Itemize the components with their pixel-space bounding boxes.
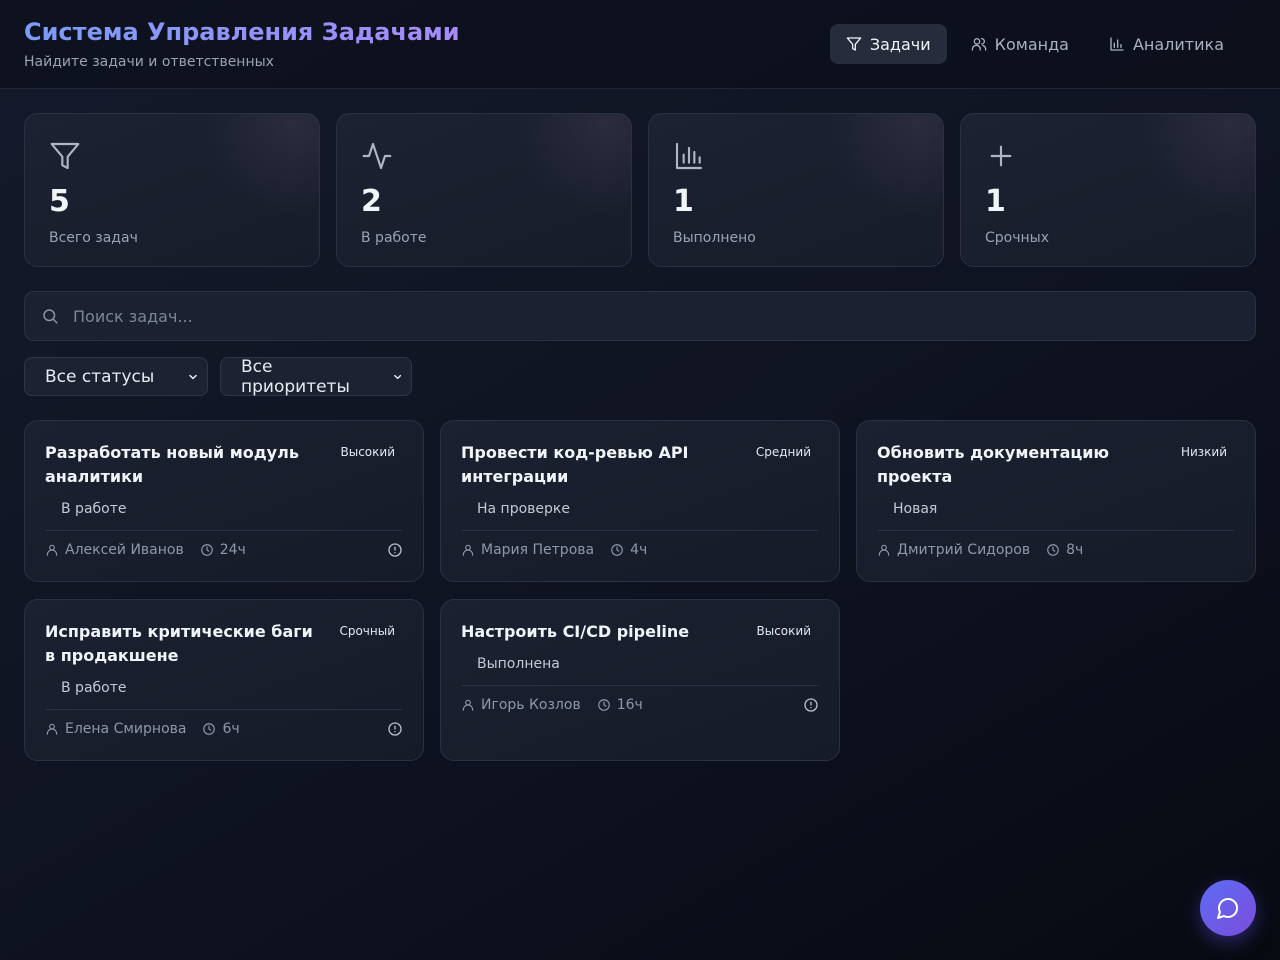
priority-badge: Высокий bbox=[340, 445, 396, 459]
task-assignee: Мария Петрова bbox=[481, 542, 595, 558]
app-header: Система Управления Задачами Найдите зада… bbox=[0, 0, 1280, 89]
stat-value: 1 bbox=[985, 184, 1006, 219]
clock-icon bbox=[200, 544, 213, 556]
filter-icon bbox=[846, 37, 862, 51]
user-icon bbox=[46, 723, 58, 735]
filter-icon bbox=[50, 142, 80, 170]
stat-value: 2 bbox=[361, 184, 382, 219]
app-subtitle: Найдите задачи и ответственных bbox=[24, 54, 274, 70]
chevron-down-icon bbox=[189, 374, 197, 379]
task-title: Настроить CI/CD pipeline bbox=[461, 622, 690, 641]
task-card[interactable]: Исправить критические баги в продакшене … bbox=[24, 599, 424, 761]
stat-card-done: 1 Выполнено bbox=[648, 113, 944, 267]
task-card[interactable]: Настроить CI/CD pipeline Высокий Выполне… bbox=[440, 599, 840, 761]
user-icon bbox=[462, 544, 474, 556]
status-filter-value: Все статусы bbox=[45, 366, 155, 387]
search-icon bbox=[43, 309, 58, 324]
task-hours: 8ч bbox=[1066, 542, 1084, 558]
priority-badge: Срочный bbox=[339, 624, 395, 638]
nav-tasks-label: Задачи bbox=[869, 34, 931, 54]
user-icon bbox=[878, 544, 890, 556]
task-hours: 24ч bbox=[219, 542, 246, 558]
alert-circle-icon[interactable] bbox=[387, 721, 403, 737]
task-title: Разработать новый модуль аналитики bbox=[45, 443, 299, 486]
priority-badge: Средний bbox=[755, 445, 811, 459]
task-meta: Алексей Иванов 24ч bbox=[45, 531, 403, 569]
brand: Система Управления Задачами Найдите зада… bbox=[24, 0, 460, 70]
task-meta: Дмитрий Сидоров 8ч bbox=[877, 531, 1235, 569]
task-card[interactable]: Разработать новый модуль аналитики Высок… bbox=[24, 420, 424, 582]
clock-icon bbox=[203, 723, 216, 735]
task-assignee: Елена Смирнова bbox=[65, 721, 187, 737]
status-badge: Выполнена bbox=[477, 656, 560, 672]
clock-icon bbox=[597, 699, 610, 711]
stat-value: 5 bbox=[49, 184, 70, 219]
status-badge: В работе bbox=[61, 680, 127, 696]
stat-card-in-progress: 2 В работе bbox=[336, 113, 632, 267]
task-hours: 4ч bbox=[630, 542, 648, 558]
priority-filter-value: Все приоритеты bbox=[241, 356, 350, 397]
nav-analytics-label: Аналитика bbox=[1132, 34, 1224, 54]
chevron-down-icon bbox=[393, 374, 401, 379]
task-assignee: Алексей Иванов bbox=[65, 542, 184, 558]
priority-filter-select[interactable]: Все приоритеты bbox=[220, 356, 412, 397]
stat-label: В работе bbox=[361, 230, 427, 246]
task-meta: Елена Смирнова 6ч bbox=[45, 710, 403, 748]
task-meta: Мария Петрова 4ч bbox=[461, 531, 819, 569]
task-assignee: Игорь Козлов bbox=[481, 697, 581, 713]
stat-value: 1 bbox=[673, 184, 694, 219]
message-circle-icon bbox=[1217, 898, 1238, 919]
nav-tasks[interactable]: Задачи bbox=[829, 24, 947, 64]
plus-icon bbox=[990, 145, 1012, 167]
search-bar bbox=[24, 291, 1256, 341]
nav-team-label: Команда bbox=[994, 34, 1069, 54]
user-icon bbox=[462, 699, 474, 711]
status-badge: В работе bbox=[61, 501, 127, 517]
status-filter-select[interactable]: Все статусы bbox=[24, 357, 208, 396]
status-badge: Новая bbox=[893, 501, 938, 517]
user-icon bbox=[46, 544, 58, 556]
task-assignee: Дмитрий Сидоров bbox=[897, 542, 1031, 558]
filters-row: Все статусы Все приоритеты bbox=[24, 356, 1256, 397]
bar-chart-icon bbox=[675, 142, 703, 170]
task-hours: 6ч bbox=[222, 721, 240, 737]
activity-icon bbox=[362, 142, 392, 170]
stat-card-urgent: 1 Срочных bbox=[960, 113, 1256, 267]
users-icon bbox=[971, 38, 986, 51]
task-card[interactable]: Обновить документацию проекта Низкий Нов… bbox=[856, 420, 1256, 582]
task-card[interactable]: Провести код-ревью API интеграции Средни… bbox=[440, 420, 840, 582]
nav-team[interactable]: Команда bbox=[955, 24, 1085, 64]
task-title: Исправить критические баги в продакшене bbox=[45, 622, 313, 665]
stat-label: Срочных bbox=[985, 230, 1049, 246]
clock-icon bbox=[611, 544, 623, 556]
app-title: Система Управления Задачами bbox=[24, 18, 460, 46]
clock-icon bbox=[1047, 544, 1059, 556]
priority-badge: Высокий bbox=[756, 624, 812, 638]
task-hours: 16ч bbox=[616, 697, 643, 713]
task-title: Обновить документацию проекта bbox=[877, 443, 1109, 486]
nav-analytics[interactable]: Аналитика bbox=[1093, 24, 1240, 64]
main-nav: Задачи Команда Аналитика bbox=[829, 0, 1256, 64]
stat-label: Выполнено bbox=[673, 230, 756, 246]
chat-button[interactable] bbox=[1200, 880, 1256, 936]
task-meta: Игорь Козлов 16ч bbox=[461, 686, 819, 724]
alert-circle-icon[interactable] bbox=[387, 542, 403, 558]
task-title: Провести код-ревью API интеграции bbox=[461, 443, 689, 486]
task-grid: Разработать новый модуль аналитики Высок… bbox=[24, 420, 1256, 761]
priority-badge: Низкий bbox=[1180, 445, 1227, 459]
stat-label: Всего задач bbox=[49, 230, 138, 246]
alert-circle-icon[interactable] bbox=[803, 697, 819, 713]
stats-row: 5 Всего задач 2 В работе 1 Выполнено 1 С… bbox=[0, 89, 1280, 267]
stat-card-total: 5 Всего задач bbox=[24, 113, 320, 267]
status-badge: На проверке bbox=[477, 501, 570, 517]
search-input[interactable] bbox=[73, 306, 1239, 326]
bar-chart-icon bbox=[1110, 37, 1124, 51]
